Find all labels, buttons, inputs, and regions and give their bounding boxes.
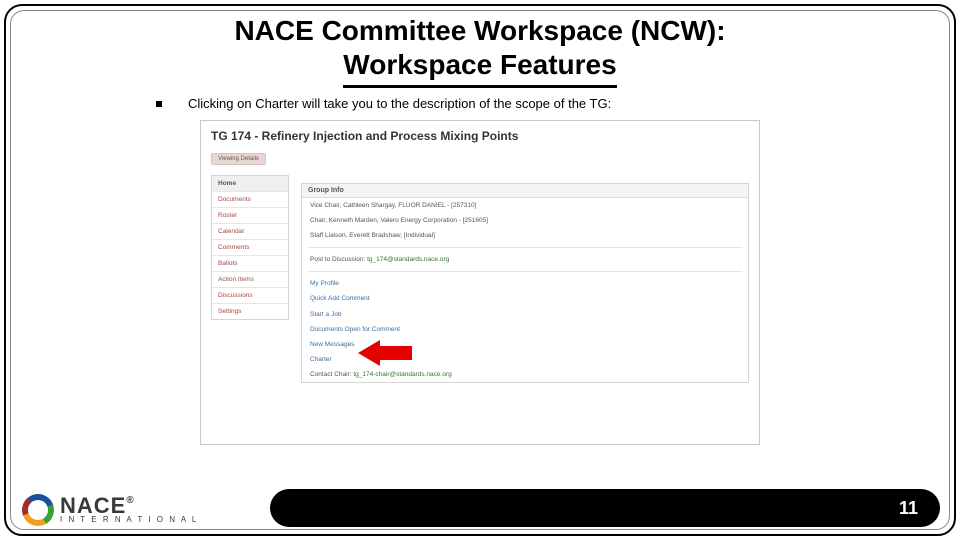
group-info-header: Group Info — [302, 184, 748, 198]
page-number: 11 — [899, 498, 918, 519]
chair-row: Chair, Kenneth Marden, Valero Energy Cor… — [302, 213, 748, 228]
bullet-text: Clicking on Charter will take you to the… — [188, 96, 611, 111]
title-line-2: Workspace Features — [343, 48, 616, 89]
sidebar-item-home[interactable]: Home — [212, 176, 288, 192]
sidebar-item-comments[interactable]: Comments — [212, 240, 288, 256]
post-label: Post to Discussion: — [310, 256, 365, 263]
contact-chair-row: Contact Chair: tg_174-chair@standards.na… — [302, 367, 748, 382]
staff-row: Staff Liaison, Everett Bradshaw, [Indivi… — [302, 228, 748, 243]
sidebar-item-ballots[interactable]: Ballots — [212, 256, 288, 272]
sidebar-item-calendar[interactable]: Calendar — [212, 224, 288, 240]
logo-swirl-icon — [22, 494, 54, 526]
sidebar-item-roster[interactable]: Roster — [212, 208, 288, 224]
workspace-sidebar: Home Documents Roster Calendar Comments … — [211, 175, 289, 320]
contact-chair-email[interactable]: tg_174-chair@standards.nace.org — [353, 371, 451, 378]
link-my-profile[interactable]: My Profile — [302, 276, 748, 291]
nace-logo: NACE® I N T E R N A T I O N A L — [22, 494, 198, 526]
logo-brand: NACE® — [60, 496, 198, 516]
group-info-panel: Group Info Vice Chair, Cathleen Shargay,… — [301, 183, 749, 383]
link-quick-add-comment[interactable]: Quick Add Comment — [302, 291, 748, 306]
viewing-details-chip[interactable]: Viewing Details — [211, 153, 266, 165]
logo-sub: I N T E R N A T I O N A L — [60, 515, 198, 524]
post-row: Post to Discussion: tg_174@standards.nac… — [302, 252, 748, 267]
link-charter[interactable]: Charter — [302, 352, 748, 367]
link-documents-for-comment[interactable]: Documents Open for Comment — [302, 322, 748, 337]
sidebar-item-action-items[interactable]: Action Items — [212, 272, 288, 288]
vice-chair-row: Vice Chair, Cathleen Shargay, FLUOR DANI… — [302, 198, 748, 213]
bullet-square-icon — [156, 101, 162, 107]
link-start-a-job[interactable]: Start a Job — [302, 307, 748, 322]
slide-title: NACE Committee Workspace (NCW): Workspac… — [0, 14, 960, 88]
contact-chair-label: Contact Chair: — [310, 371, 352, 378]
post-email[interactable]: tg_174@standards.nace.org — [367, 256, 449, 263]
title-line-1: NACE Committee Workspace (NCW): — [0, 14, 960, 48]
footer-bar: 11 — [270, 489, 940, 527]
sidebar-item-discussions[interactable]: Discussions — [212, 288, 288, 304]
sidebar-item-settings[interactable]: Settings — [212, 304, 288, 319]
bullet-row: Clicking on Charter will take you to the… — [156, 96, 930, 111]
tg-title: TG 174 - Refinery Injection and Process … — [201, 121, 759, 147]
link-new-messages[interactable]: New Messages — [302, 337, 748, 352]
sidebar-item-documents[interactable]: Documents — [212, 192, 288, 208]
embedded-screenshot: TG 174 - Refinery Injection and Process … — [200, 120, 760, 445]
